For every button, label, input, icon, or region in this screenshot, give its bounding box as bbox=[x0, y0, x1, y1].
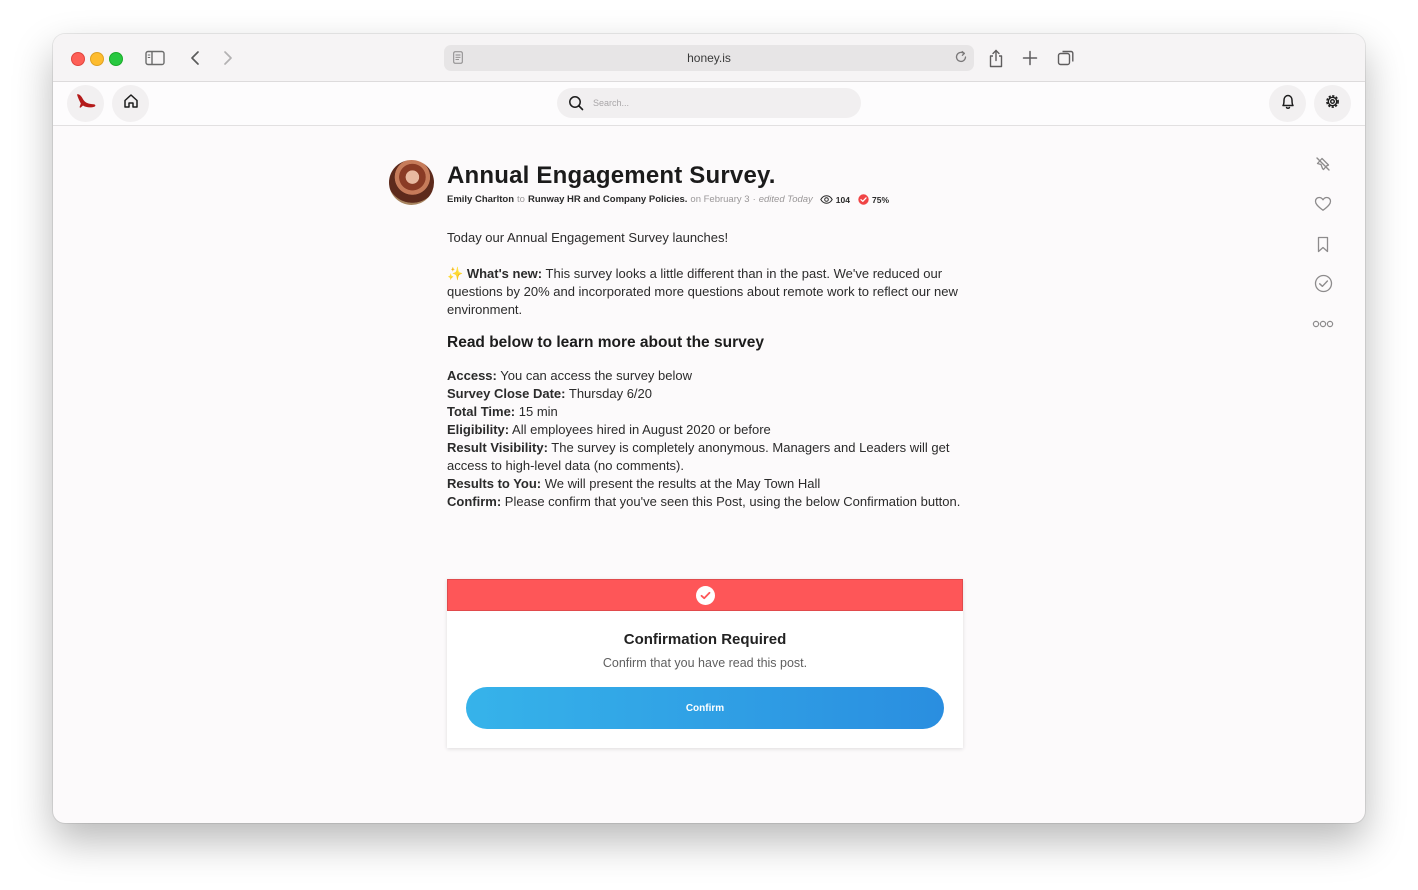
detail-label: Survey Close Date: bbox=[447, 386, 566, 401]
address-bar[interactable]: honey.is bbox=[444, 45, 974, 71]
detail-confirm: Confirm: Please confirm that you've seen… bbox=[447, 493, 967, 511]
minimize-window-button[interactable] bbox=[90, 52, 104, 66]
confirmation-title: Confirmation Required bbox=[623, 631, 787, 648]
url-text: honey.is bbox=[687, 51, 731, 65]
browser-window: honey.is Search... Annual Engagement Sur… bbox=[53, 34, 1365, 823]
detail-text: 15 min bbox=[518, 404, 558, 419]
bookmark-icon[interactable] bbox=[1311, 232, 1335, 256]
detail-label: Result Visibility: bbox=[447, 440, 548, 455]
detail-label: Eligibility: bbox=[447, 422, 510, 437]
confirmation-card: Confirmation Required Confirm that you h… bbox=[447, 579, 963, 748]
forward-icon[interactable] bbox=[216, 46, 240, 70]
back-icon[interactable] bbox=[183, 46, 207, 70]
reload-icon[interactable] bbox=[954, 50, 968, 69]
more-options-icon[interactable] bbox=[1311, 312, 1335, 336]
detail-total-time: Total Time: 15 min bbox=[447, 403, 967, 421]
confirmed-check-icon bbox=[858, 194, 869, 205]
author-avatar[interactable] bbox=[389, 160, 434, 205]
whats-new-paragraph: ✨ What's new: This survey looks a little… bbox=[447, 265, 967, 319]
detail-access: Access: You can access the survey below bbox=[447, 367, 967, 385]
detail-results-to-you: Results to You: We will present the resu… bbox=[447, 475, 967, 493]
post-date: on February 3 bbox=[690, 194, 750, 205]
post-intro: Today our Annual Engagement Survey launc… bbox=[447, 230, 729, 245]
author-name[interactable]: Emily Charlton bbox=[447, 194, 514, 205]
browser-titlebar: honey.is bbox=[53, 34, 1365, 82]
search-bar[interactable] bbox=[557, 88, 861, 118]
close-window-button[interactable] bbox=[71, 52, 85, 66]
detail-result-visibility: Result Visibility: The survey is complet… bbox=[447, 439, 967, 475]
survey-details-list: Access: You can access the survey below … bbox=[447, 367, 967, 511]
section-heading: Read below to learn more about the surve… bbox=[447, 334, 764, 351]
detail-close-date: Survey Close Date: Thursday 6/20 bbox=[447, 385, 967, 403]
eye-icon bbox=[820, 195, 833, 204]
post-title: Annual Engagement Survey. bbox=[447, 162, 776, 189]
view-count: 104 bbox=[835, 194, 850, 205]
home-icon bbox=[123, 93, 139, 114]
meta-separator: · bbox=[752, 194, 756, 205]
post-meta: Emily Charlton to Runway HR and Company … bbox=[447, 194, 889, 205]
detail-label: Results to You: bbox=[447, 476, 542, 491]
confirmation-banner bbox=[447, 579, 963, 611]
settings-button[interactable] bbox=[1314, 85, 1351, 122]
detail-text: Thursday 6/20 bbox=[568, 386, 652, 401]
detail-label: Access: bbox=[447, 368, 497, 383]
share-icon[interactable] bbox=[984, 46, 1008, 70]
detail-text: Please confirm that you've seen this Pos… bbox=[504, 494, 961, 509]
check-circle-icon[interactable] bbox=[1311, 271, 1335, 295]
unpin-icon[interactable] bbox=[1311, 152, 1335, 176]
bell-icon bbox=[1280, 93, 1296, 115]
home-button[interactable] bbox=[112, 85, 149, 122]
channel-name[interactable]: Runway HR and Company Policies. bbox=[528, 194, 687, 205]
heel-logo-icon bbox=[75, 92, 97, 115]
confirmed-percent: 75% bbox=[871, 194, 889, 205]
detail-text: You can access the survey below bbox=[500, 368, 693, 383]
honey-logo-button[interactable] bbox=[67, 85, 104, 122]
post-page: Annual Engagement Survey. Emily Charlton… bbox=[53, 126, 1365, 823]
heart-icon[interactable] bbox=[1311, 192, 1335, 216]
notifications-button[interactable] bbox=[1269, 85, 1306, 122]
gear-icon bbox=[1324, 93, 1341, 115]
confirm-button[interactable]: Confirm bbox=[466, 687, 944, 729]
confirmation-subtitle: Confirm that you have read this post. bbox=[602, 656, 808, 670]
zoom-window-button[interactable] bbox=[109, 52, 123, 66]
sidebar-toggle-icon[interactable] bbox=[143, 46, 167, 70]
detail-label: Confirm: bbox=[447, 494, 502, 509]
detail-text: All employees hired in August 2020 or be… bbox=[512, 422, 771, 437]
tab-overview-icon[interactable] bbox=[1054, 46, 1078, 70]
to-word: to bbox=[517, 194, 525, 205]
search-input[interactable] bbox=[593, 94, 843, 112]
whats-new-label: What's new: bbox=[466, 266, 543, 281]
sparkles-emoji: ✨ bbox=[447, 266, 464, 281]
check-icon bbox=[695, 585, 715, 605]
app-navbar bbox=[53, 82, 1365, 126]
detail-eligibility: Eligibility: All employees hired in Augu… bbox=[447, 421, 967, 439]
search-icon bbox=[568, 95, 584, 116]
detail-label: Total Time: bbox=[447, 404, 516, 419]
new-tab-icon[interactable] bbox=[1018, 46, 1042, 70]
edited-label: edited Today bbox=[758, 194, 813, 205]
post-body: Today our Annual Engagement Survey launc… bbox=[447, 229, 967, 511]
detail-text: We will present the results at the May T… bbox=[544, 476, 821, 491]
